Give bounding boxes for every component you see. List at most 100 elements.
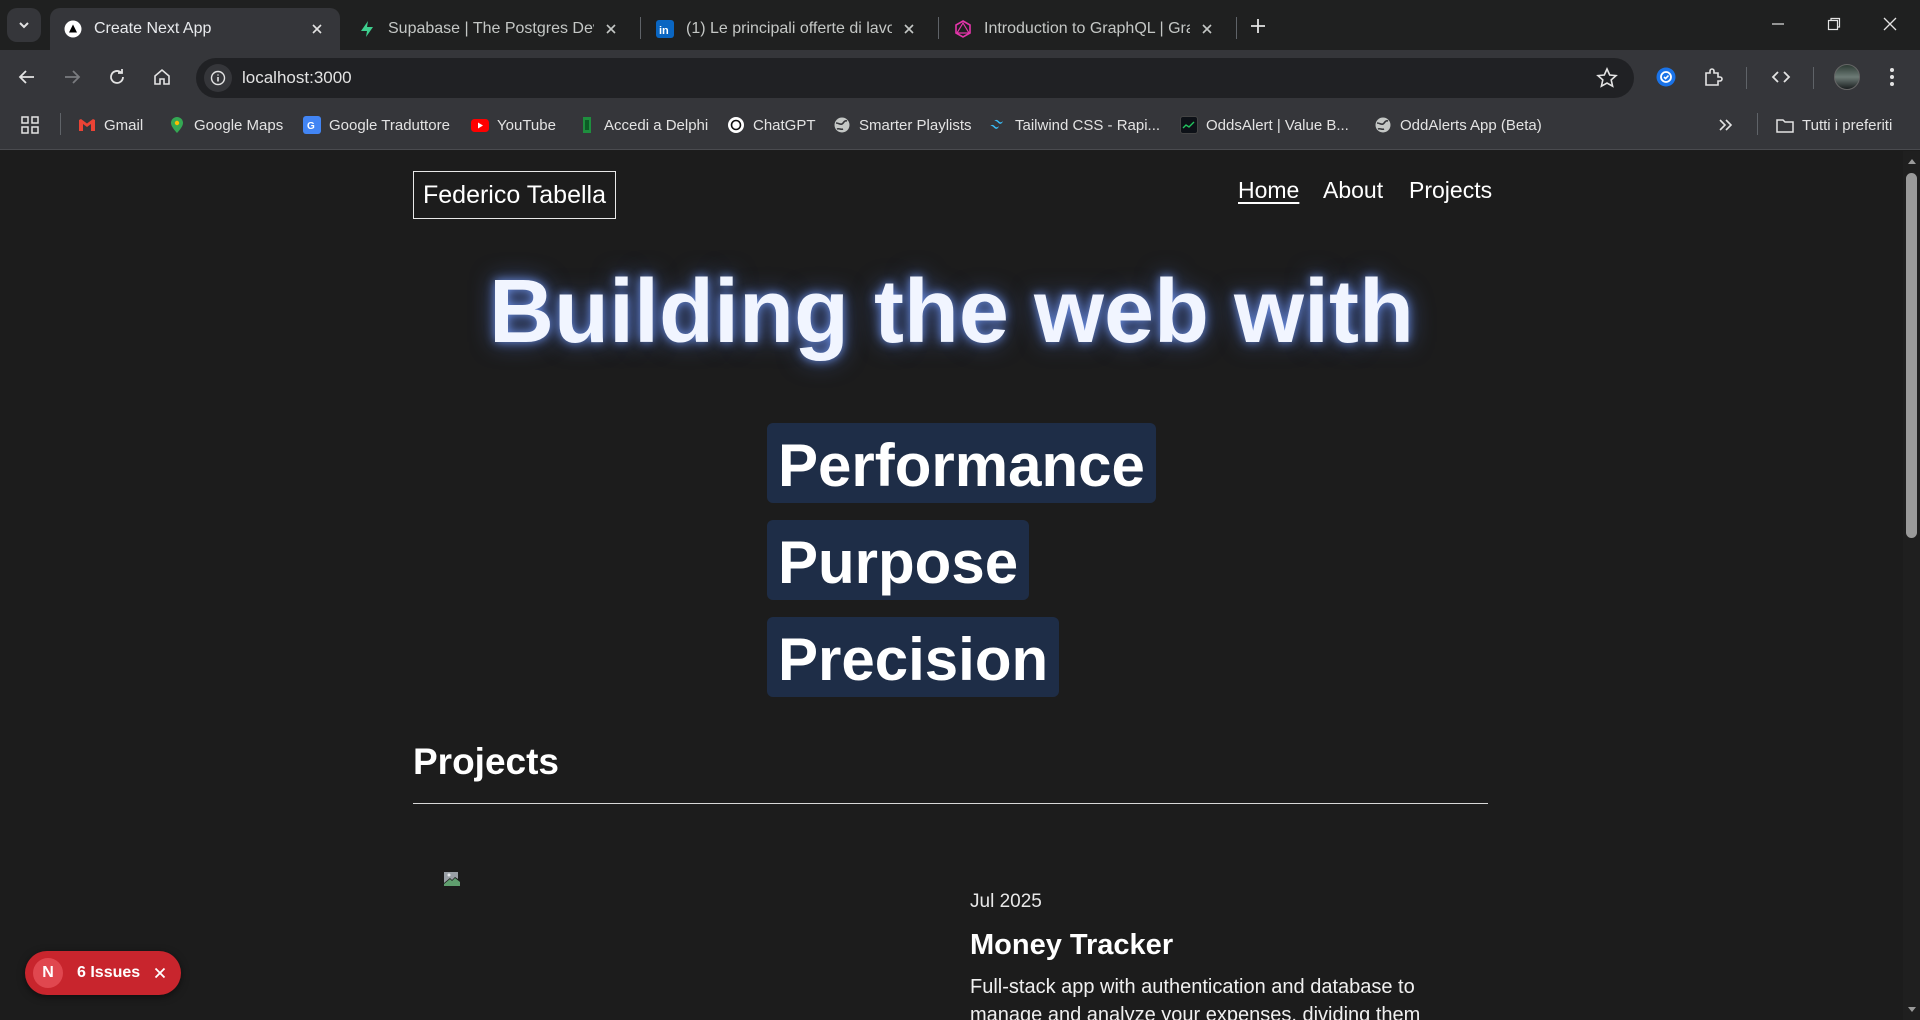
project-description-line: manage and analyze your expenses, dividi… [970, 1004, 1421, 1020]
projects-heading: Projects [413, 741, 560, 782]
toolbar-separator [1813, 67, 1814, 89]
close-icon[interactable] [154, 967, 166, 979]
close-icon[interactable] [602, 20, 620, 38]
arrow-right-icon [65, 70, 81, 84]
minimize-icon [1772, 23, 1784, 25]
address-bar[interactable]: localhost:3000 [196, 58, 1634, 98]
back-button[interactable] [10, 60, 44, 94]
bookmark-chatgpt[interactable]: ChatGPT [727, 112, 816, 138]
close-window-button[interactable] [1862, 0, 1918, 48]
more-bookmarks-icon[interactable] [1718, 112, 1734, 138]
tailwind-icon [989, 116, 1007, 134]
site-info-icon[interactable] [204, 64, 232, 92]
nextjs-icon [64, 20, 82, 38]
project-title[interactable]: Money Tracker [970, 929, 1173, 962]
home-button[interactable] [145, 60, 179, 94]
tab-linkedin[interactable]: in (1) Le principali offerte di lavoro [642, 8, 932, 50]
nextjs-logo-icon: N [33, 958, 63, 988]
bookmark-google-maps[interactable]: Google Maps [168, 112, 283, 138]
tab-title: Introduction to GraphQL | Grap [984, 20, 1190, 37]
bookmark-gmail[interactable]: Gmail [78, 112, 143, 138]
reload-button[interactable] [100, 60, 134, 94]
minimize-button[interactable] [1750, 0, 1806, 48]
delphi-icon [578, 116, 596, 134]
bookmark-delphi[interactable]: Accedi a Delphi [578, 112, 708, 138]
home-icon [154, 68, 170, 85]
globe-icon [1374, 116, 1392, 134]
close-icon[interactable] [1198, 20, 1216, 38]
menu-kebab-icon[interactable] [1876, 61, 1908, 93]
hero-word-precision: Precision [767, 617, 1060, 697]
bookmark-label: Tutti i preferiti [1802, 116, 1893, 134]
scroll-up-arrow-icon[interactable] [1906, 156, 1917, 166]
translate-icon: G [303, 116, 321, 134]
site-logo[interactable]: Federico Tabella [413, 171, 616, 219]
new-tab-button[interactable] [1244, 12, 1272, 40]
bookmark-youtube[interactable]: YouTube [471, 112, 556, 138]
restore-icon [1827, 17, 1841, 31]
bookmark-label: Gmail [104, 116, 144, 134]
bookmarks-separator [60, 113, 61, 135]
reload-icon [110, 69, 124, 84]
project-description: Full-stack app with authentication and d… [970, 973, 1440, 1020]
bookmark-smarter-playlists[interactable]: Smarter Playlists [833, 112, 972, 138]
bookmark-tailwind[interactable]: Tailwind CSS - Rapi... [989, 112, 1160, 138]
apps-grid-icon[interactable] [20, 112, 40, 138]
bookmark-star-icon[interactable] [1596, 67, 1618, 94]
all-bookmarks-folder[interactable]: Tutti i preferiti [1776, 112, 1892, 138]
chevron-down-icon [19, 22, 29, 29]
nextjs-issues-badge[interactable]: N 6 Issues [25, 951, 181, 995]
issues-count-label: 6 Issues [77, 964, 141, 981]
scroll-down-arrow-icon[interactable] [1906, 1004, 1917, 1014]
hero-title: Building the web with [489, 262, 1414, 362]
arrow-left-icon [18, 70, 34, 84]
scrollbar-thumb[interactable] [1906, 173, 1917, 538]
bookmark-label: Accedi a Delphi [604, 116, 709, 134]
nav-about-link[interactable]: About [1323, 177, 1383, 204]
page-viewport: Federico Tabella Home About Projects Bui… [0, 151, 1903, 1020]
close-icon[interactable] [900, 20, 918, 38]
restore-button[interactable] [1806, 0, 1862, 48]
tab-separator [938, 17, 939, 39]
tab-search-button[interactable] [7, 8, 41, 42]
bookmark-label: OddAlerts App (Beta) [1400, 116, 1542, 134]
project-date: Jul 2025 [970, 891, 1042, 912]
extension-shield-icon[interactable] [1650, 61, 1682, 93]
tab-graphql[interactable]: Introduction to GraphQL | Grap [940, 8, 1230, 50]
tab-create-next-app[interactable]: Create Next App [50, 8, 340, 50]
bookmark-oddsalert[interactable]: OddsAlert | Value B... [1180, 112, 1349, 138]
bookmark-oddalerts-app[interactable]: OddAlerts App (Beta) [1374, 112, 1542, 138]
gmail-icon [78, 116, 96, 134]
code-icon[interactable] [1765, 61, 1797, 93]
bookmark-label: ChatGPT [753, 116, 816, 134]
tab-title: Create Next App [94, 20, 212, 37]
bookmark-label: Google Maps [194, 116, 284, 134]
project-description-line: Full-stack app with authentication and d… [970, 976, 1415, 998]
youtube-icon [471, 116, 489, 134]
supabase-icon [358, 20, 376, 38]
toolbar-separator [1746, 67, 1747, 89]
tab-separator [1236, 17, 1237, 39]
extensions-puzzle-icon[interactable] [1697, 61, 1729, 93]
folder-icon [1776, 116, 1794, 134]
forward-button[interactable] [55, 60, 89, 94]
oddsalert-icon [1180, 116, 1198, 134]
bookmark-label: YouTube [497, 116, 556, 134]
profile-avatar[interactable] [1834, 64, 1860, 90]
bookmark-label: Tailwind CSS - Rapi... [1015, 116, 1161, 134]
tab-title: (1) Le principali offerte di lavoro [686, 20, 892, 37]
close-icon[interactable] [308, 20, 326, 38]
maps-icon [168, 116, 186, 134]
tab-supabase[interactable]: Supabase | The Postgres Develo [344, 8, 634, 50]
chatgpt-icon [727, 116, 745, 134]
globe-icon [833, 116, 851, 134]
bookmark-label: OddsAlert | Value B... [1206, 116, 1349, 134]
nav-projects-link[interactable]: Projects [1409, 177, 1492, 204]
broken-image-icon[interactable] [442, 869, 462, 889]
nav-home-link[interactable]: Home [1238, 177, 1299, 204]
close-icon [1883, 17, 1897, 31]
bookmark-google-translate[interactable]: G Google Traduttore [303, 112, 450, 138]
linkedin-icon: in [656, 20, 674, 38]
hero-word-performance: Performance [767, 423, 1156, 503]
bookmark-label: Google Traduttore [329, 116, 450, 134]
